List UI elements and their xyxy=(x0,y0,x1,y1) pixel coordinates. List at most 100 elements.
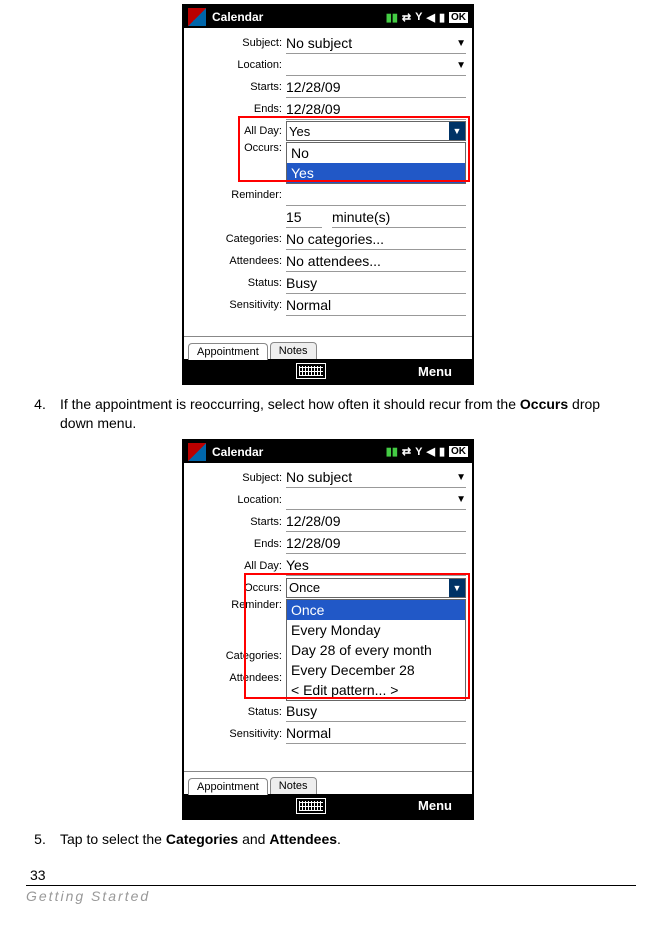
occurs-label: Occurs: xyxy=(184,142,286,154)
ends-field[interactable]: 12/28/09 xyxy=(286,99,466,120)
location-label: Location: xyxy=(184,59,286,71)
volume-icon: ◀ xyxy=(426,445,434,458)
screenshot-occurs: Calendar ▮▮ ⇄ Y ◀ ▮ OK Subject:No subjec… xyxy=(182,439,474,820)
status-label: Status: xyxy=(184,706,286,718)
status-field[interactable]: Busy xyxy=(286,701,466,722)
step-number: 5. xyxy=(20,830,60,849)
ends-label: Ends: xyxy=(184,103,286,115)
keyboard-icon[interactable] xyxy=(296,798,326,814)
allday-field[interactable]: Yes xyxy=(286,555,466,576)
allday-dropdown: No Yes xyxy=(286,142,466,184)
menu-button[interactable]: Menu xyxy=(418,798,452,813)
page-number: 33 xyxy=(30,867,636,883)
option-edit-pattern[interactable]: < Edit pattern... > xyxy=(287,680,465,700)
occurs-dropdown: Once Every Monday Day 28 of every month … xyxy=(286,599,466,701)
location-field[interactable] xyxy=(286,55,466,76)
starts-field[interactable]: 12/28/09 xyxy=(286,511,466,532)
status-field[interactable]: Busy xyxy=(286,273,466,294)
allday-label: All Day: xyxy=(184,560,286,572)
starts-label: Starts: xyxy=(184,81,286,93)
footer-section-title: Getting Started xyxy=(26,885,636,904)
ok-button[interactable]: OK xyxy=(449,12,468,23)
tab-appointment[interactable]: Appointment xyxy=(188,343,268,360)
option-no[interactable]: No xyxy=(287,143,465,163)
reminder-field[interactable] xyxy=(286,185,466,206)
reminder-label: Reminder: xyxy=(184,599,286,611)
step4-bold: Occurs xyxy=(520,396,568,412)
ends-label: Ends: xyxy=(184,538,286,550)
signal-icon: ▮▮ xyxy=(386,11,398,24)
occurs-label: Occurs: xyxy=(184,582,286,594)
attendees-label: Attendees: xyxy=(184,255,286,267)
subject-field[interactable]: No subject xyxy=(286,467,466,488)
option-every-monday[interactable]: Every Monday xyxy=(287,620,465,640)
subject-field[interactable]: No subject xyxy=(286,33,466,54)
allday-select-value: Yes xyxy=(289,124,310,139)
sync-icon: ⇄ xyxy=(402,445,411,458)
option-yes[interactable]: Yes xyxy=(287,163,465,183)
reminder-label: Reminder: xyxy=(184,189,286,201)
step5-text-e: . xyxy=(337,831,341,847)
step4-text-a: If the appointment is reoccurring, selec… xyxy=(60,396,520,412)
chevron-down-icon[interactable]: ▼ xyxy=(456,60,466,71)
status-label: Status: xyxy=(184,277,286,289)
tab-notes[interactable]: Notes xyxy=(270,342,317,359)
attendees-field[interactable]: No attendees... xyxy=(286,251,466,272)
option-every-dec-28[interactable]: Every December 28 xyxy=(287,660,465,680)
status-bar: Calendar ▮▮ ⇄ Y ◀ ▮ OK xyxy=(184,441,472,463)
battery-icon: ▮ xyxy=(439,445,445,458)
occurs-select[interactable]: Once ▼ xyxy=(286,578,466,598)
antenna-icon: Y xyxy=(415,446,422,458)
chevron-down-icon[interactable]: ▼ xyxy=(449,579,465,597)
option-day-28[interactable]: Day 28 of every month xyxy=(287,640,465,660)
screenshot-allday: Calendar ▮▮ ⇄ Y ◀ ▮ OK Subject:No subjec… xyxy=(182,4,474,385)
ends-field[interactable]: 12/28/09 xyxy=(286,533,466,554)
menu-button[interactable]: Menu xyxy=(418,364,452,379)
starts-field[interactable]: 12/28/09 xyxy=(286,77,466,98)
app-title: Calendar xyxy=(212,445,386,459)
reminder-num[interactable]: 15 xyxy=(286,207,322,228)
starts-label: Starts: xyxy=(184,516,286,528)
occurs-select-value: Once xyxy=(289,580,320,595)
ok-button[interactable]: OK xyxy=(449,446,468,457)
option-once[interactable]: Once xyxy=(287,600,465,620)
step5-bold-attendees: Attendees xyxy=(269,831,337,847)
allday-label: All Day: xyxy=(184,125,286,137)
sensitivity-label: Sensitivity: xyxy=(184,299,286,311)
tab-appointment[interactable]: Appointment xyxy=(188,778,268,795)
chevron-down-icon[interactable]: ▼ xyxy=(449,122,465,140)
step5-text-a: Tap to select the xyxy=(60,831,166,847)
chevron-down-icon[interactable]: ▼ xyxy=(456,38,466,49)
sensitivity-field[interactable]: Normal xyxy=(286,723,466,744)
sync-icon: ⇄ xyxy=(402,11,411,24)
chevron-down-icon[interactable]: ▼ xyxy=(456,494,466,505)
keyboard-icon[interactable] xyxy=(296,363,326,379)
sensitivity-field[interactable]: Normal xyxy=(286,295,466,316)
volume-icon: ◀ xyxy=(426,11,434,24)
instruction-step-4: 4. If the appointment is reoccurring, se… xyxy=(20,395,636,433)
reminder-unit[interactable]: minute(s) xyxy=(332,207,466,228)
step-number: 4. xyxy=(20,395,60,433)
location-field[interactable] xyxy=(286,489,466,510)
subject-label: Subject: xyxy=(184,472,286,484)
instruction-step-5: 5. Tap to select the Categories and Atte… xyxy=(20,830,636,849)
battery-icon: ▮ xyxy=(439,11,445,24)
step5-text-c: and xyxy=(238,831,269,847)
soft-key-bar: Menu xyxy=(184,359,472,383)
signal-icon: ▮▮ xyxy=(386,445,398,458)
status-bar: Calendar ▮▮ ⇄ Y ◀ ▮ OK xyxy=(184,6,472,28)
categories-label: Categories: xyxy=(184,233,286,245)
location-label: Location: xyxy=(184,494,286,506)
tab-notes[interactable]: Notes xyxy=(270,777,317,794)
tab-bar: Appointment Notes xyxy=(184,336,472,359)
start-flag-icon xyxy=(188,8,206,26)
soft-key-bar: Menu xyxy=(184,794,472,818)
antenna-icon: Y xyxy=(415,11,422,23)
categories-field[interactable]: No categories... xyxy=(286,229,466,250)
tab-bar: Appointment Notes xyxy=(184,771,472,794)
chevron-down-icon[interactable]: ▼ xyxy=(456,472,466,483)
subject-label: Subject: xyxy=(184,37,286,49)
app-title: Calendar xyxy=(212,10,386,24)
allday-select[interactable]: Yes ▼ xyxy=(286,121,466,141)
step5-bold-categories: Categories xyxy=(166,831,238,847)
